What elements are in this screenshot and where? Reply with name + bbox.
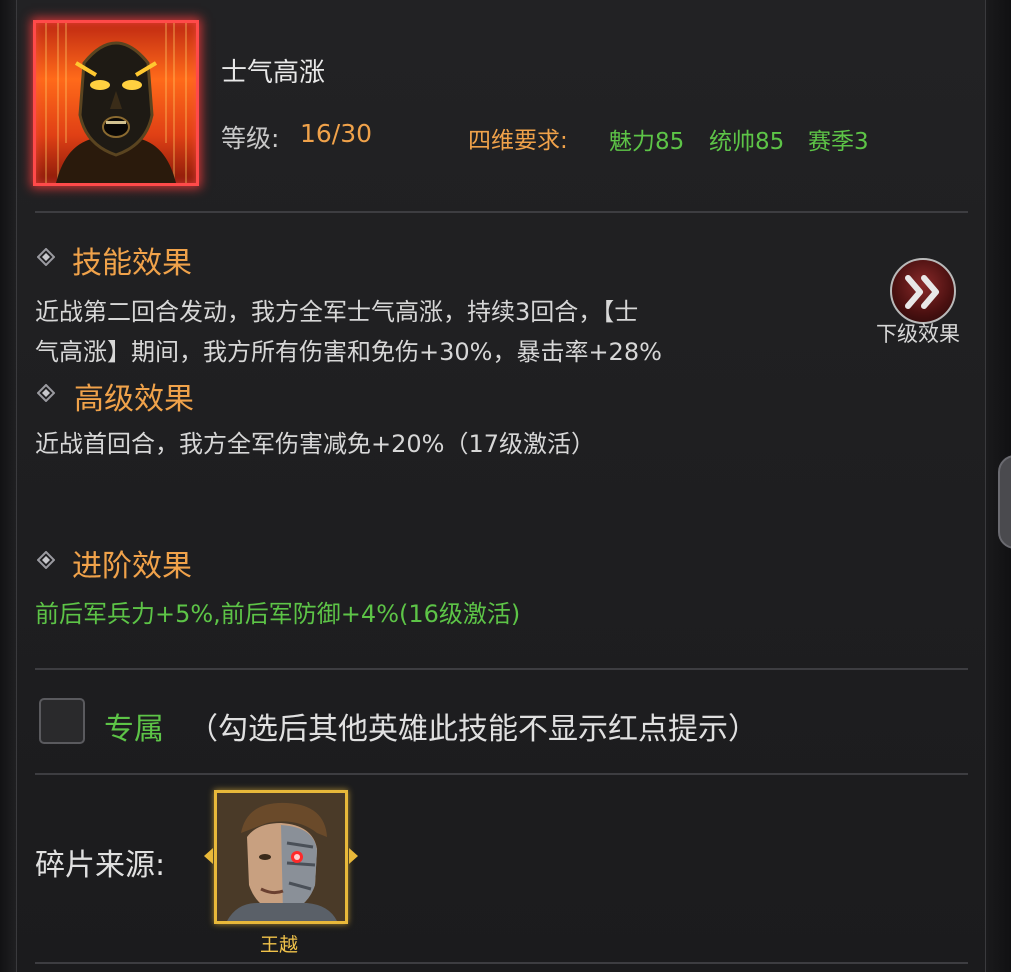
gold-arrow-left-icon: [204, 848, 213, 864]
panel-scrollbar[interactable]: [985, 0, 1011, 972]
scroll-knob[interactable]: [998, 455, 1011, 549]
next-level-button[interactable]: [890, 258, 956, 324]
skill-name: 士气高涨: [221, 58, 326, 88]
divider: [35, 773, 968, 775]
exclusive-label[interactable]: 专属: [104, 704, 164, 748]
requirement-leadership: 统帅85: [709, 129, 785, 155]
requirements-label: 四维要求:: [468, 128, 568, 154]
exclusive-checkbox[interactable]: [39, 698, 85, 744]
divider: [35, 962, 968, 964]
panel-left-edge: [0, 0, 17, 972]
level-value: 16/30: [300, 119, 373, 148]
promotion-effect-line: 前后军兵力+5%,前后军防御+4%(16级激活): [35, 600, 521, 628]
level-label: 等级:: [221, 124, 280, 153]
cyborg-hero-portrait: [217, 793, 345, 921]
skill-portrait: [33, 20, 199, 186]
screaming-face-icon: [45, 23, 187, 183]
double-chevron-right-icon: [905, 275, 939, 309]
divider: [35, 668, 968, 670]
diamond-bullet-icon: [37, 248, 55, 266]
fragment-source-label: 碎片来源:: [35, 848, 166, 883]
requirement-season: 赛季3: [808, 129, 869, 155]
divider: [35, 211, 968, 213]
skill-effect-line-1: 近战第二回合发动，我方全军士气高涨，持续3回合，【士: [35, 298, 639, 326]
diamond-bullet-icon: [37, 551, 55, 569]
skill-detail-panel: 士气高涨 等级: 16/30 四维要求: 魅力85 统帅85 赛季3 技能效果 …: [0, 0, 1011, 972]
diamond-bullet-icon: [37, 384, 55, 402]
advanced-effect-title: 高级效果: [74, 382, 194, 417]
next-level-label[interactable]: 下级效果: [876, 318, 960, 348]
skill-effect-title: 技能效果: [72, 246, 192, 281]
exclusive-note: （勾选后其他英雄此技能不显示红点提示）: [188, 712, 758, 747]
promotion-effect-title: 进阶效果: [72, 549, 192, 584]
gold-arrow-right-icon: [349, 848, 358, 864]
skill-effect-line-2: 气高涨】期间，我方所有伤害和免伤+30%，暴击率+28%: [35, 338, 662, 366]
advanced-effect-line: 近战首回合，我方全军伤害减免+20%（17级激活）: [35, 430, 595, 458]
hero-card[interactable]: [214, 790, 348, 924]
hero-name: 王越: [260, 934, 299, 956]
requirement-charm: 魅力85: [609, 129, 685, 155]
